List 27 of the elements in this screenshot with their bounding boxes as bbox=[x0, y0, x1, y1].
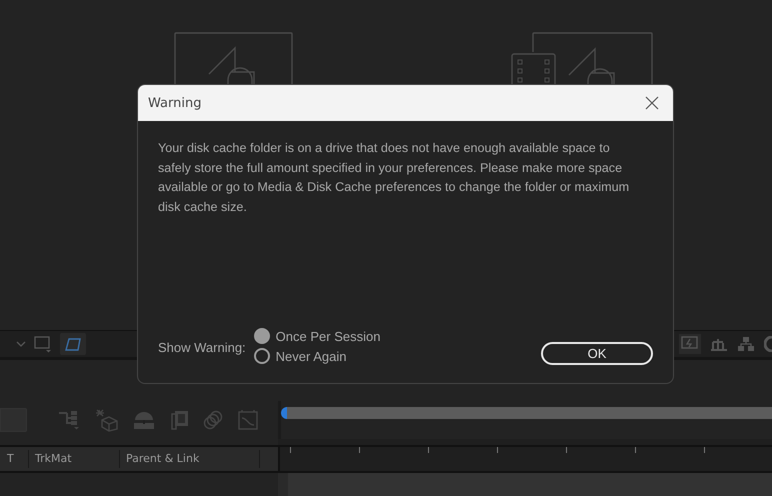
fast-preview-icon[interactable] bbox=[679, 334, 701, 354]
aperture-icon[interactable] bbox=[764, 336, 772, 352]
region-icon[interactable] bbox=[34, 335, 52, 353]
film-frames-icon[interactable] bbox=[169, 410, 189, 430]
radio-button[interactable] bbox=[254, 328, 270, 344]
radio-option[interactable]: Once Per Session bbox=[254, 328, 380, 344]
hierarchy-icon[interactable] bbox=[57, 409, 81, 431]
close-icon[interactable] bbox=[643, 94, 661, 112]
option-label: Never Again bbox=[276, 348, 346, 364]
umbrella-icon[interactable] bbox=[133, 411, 155, 429]
cube-sparkle-icon[interactable] bbox=[95, 408, 119, 432]
warning-message: Your disk cache folder is on a drive that does not have enough available space to safely store the full amount specified in your preferences. Please make more space available or go to Media & Disk Cache preferences to change the folder or maximum disk cache size. bbox=[158, 140, 630, 216]
column-header[interactable]: TrkMat bbox=[29, 450, 120, 468]
flowchart-icon[interactable] bbox=[737, 336, 755, 352]
circles-icon[interactable] bbox=[203, 410, 223, 430]
column-header[interactable]: T bbox=[7, 450, 29, 468]
show-warning-label: Show Warning: bbox=[158, 340, 246, 355]
chart-icon[interactable] bbox=[710, 336, 728, 352]
radio-option[interactable]: Never Again bbox=[254, 348, 380, 364]
dialog-title: Warning bbox=[148, 96, 202, 110]
ok-button[interactable]: OK bbox=[541, 342, 653, 365]
option-label: Once Per Session bbox=[276, 328, 380, 344]
mask-toggle-icon[interactable] bbox=[60, 333, 86, 355]
chevron-down-icon[interactable] bbox=[16, 341, 26, 347]
column-header[interactable]: Parent & Link bbox=[120, 450, 260, 468]
graph-editor-icon[interactable] bbox=[237, 409, 259, 431]
radio-button[interactable] bbox=[254, 348, 270, 364]
